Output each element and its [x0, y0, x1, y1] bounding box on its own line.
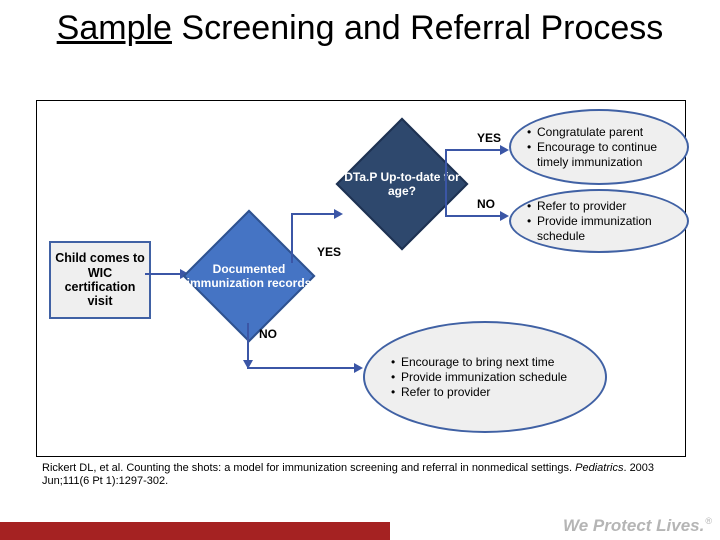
title-underlined: Sample: [57, 9, 172, 47]
tagline-text: We Protect Lives.: [563, 516, 704, 535]
node-start-text: Child comes to WIC certification visit: [55, 251, 145, 309]
arrow-start-to-decision1: [145, 273, 187, 275]
registered-mark-icon: ®: [705, 516, 712, 526]
connector: [445, 215, 453, 217]
citation-journal: Pediatrics: [575, 462, 623, 474]
connector: [445, 149, 447, 183]
bullet-text: Refer to provider: [537, 199, 626, 214]
title-rest: Screening and Referral Process: [172, 9, 663, 47]
citation: Rickert DL, et al. Counting the shots: a…: [42, 462, 678, 488]
arrow-dtap-yes: [451, 149, 507, 151]
node-outcome-yes-yes: •Congratulate parent •Encourage to conti…: [509, 109, 689, 185]
footer: We Protect Lives.®: [0, 510, 720, 540]
connector: [445, 183, 447, 217]
node-decision-dtap: DTa.P Up-to-date for age?: [336, 118, 469, 251]
bullet-text: Encourage to continue timely immunizatio…: [537, 140, 687, 170]
connector: [291, 229, 293, 263]
label-no2: NO: [477, 197, 495, 211]
connector: [291, 213, 293, 231]
outcome-no-list: •Encourage to bring next time •Provide i…: [391, 355, 567, 400]
arrow-dtap-no: [451, 215, 507, 217]
bullet-text: Provide immunization schedule: [537, 214, 687, 244]
slide: Sample Screening and Referral Process Ch…: [0, 0, 720, 540]
bullet-text: Refer to provider: [401, 385, 490, 400]
connector-records-no-v: [247, 323, 249, 367]
arrow-records-yes: [293, 213, 341, 215]
arrow-records-no: [247, 367, 361, 369]
tagline: We Protect Lives.®: [563, 516, 712, 536]
outcome-yes-yes-list: •Congratulate parent •Encourage to conti…: [527, 125, 687, 170]
citation-text: Rickert DL, et al. Counting the shots: a…: [42, 462, 575, 474]
node-outcome-yes-no: •Refer to provider •Provide immunization…: [509, 189, 689, 253]
node-decision-records-text: Documented immunization records: [186, 262, 312, 291]
bullet-text: Congratulate parent: [537, 125, 643, 140]
node-outcome-no: •Encourage to bring next time •Provide i…: [363, 321, 607, 433]
label-yes2: YES: [477, 131, 501, 145]
bullet-text: Provide immunization schedule: [401, 370, 567, 385]
footer-red-bar: [0, 522, 390, 540]
slide-title: Sample Screening and Referral Process: [0, 8, 720, 48]
node-start: Child comes to WIC certification visit: [49, 241, 151, 319]
label-no1: NO: [259, 327, 277, 341]
outcome-yes-no-list: •Refer to provider •Provide immunization…: [527, 199, 687, 244]
label-yes1: YES: [317, 245, 341, 259]
flowchart: Child comes to WIC certification visit D…: [36, 100, 686, 457]
bullet-text: Encourage to bring next time: [401, 355, 554, 370]
node-decision-records: Documented immunization records: [183, 210, 316, 343]
